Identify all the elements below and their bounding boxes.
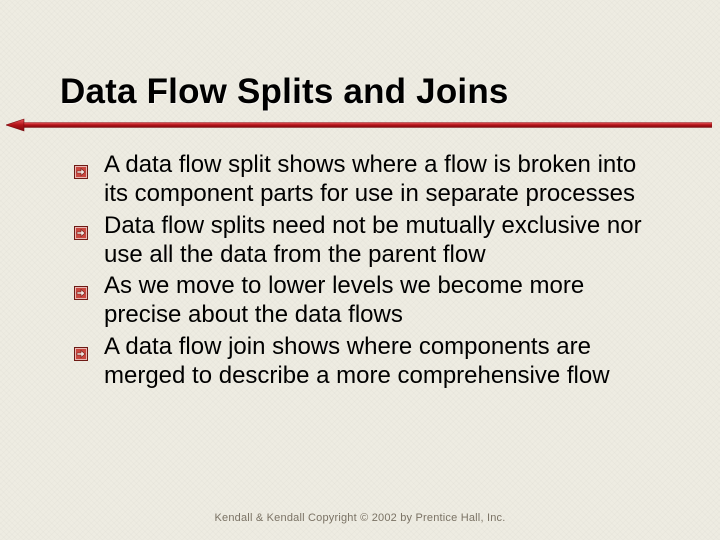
bullet-list: A data flow split shows where a flow is …	[60, 150, 660, 390]
slide: Data Flow Splits and Joins	[0, 0, 720, 540]
list-item: As we move to lower levels we become mor…	[104, 271, 650, 330]
list-item: Data flow splits need not be mutually ex…	[104, 211, 650, 270]
slide-title: Data Flow Splits and Joins	[60, 72, 660, 112]
bullet-text: As we move to lower levels we become mor…	[104, 272, 584, 328]
footer-credit: Kendall & Kendall Copyright © 2002 by Pr…	[0, 512, 720, 524]
bullet-icon	[74, 278, 88, 292]
list-item: A data flow join shows where components …	[104, 332, 650, 391]
bullet-text: Data flow splits need not be mutually ex…	[104, 212, 642, 268]
bullet-icon	[74, 339, 88, 353]
arrow-rule-icon	[6, 118, 712, 132]
bullet-text: A data flow split shows where a flow is …	[104, 151, 636, 207]
bullet-icon	[74, 157, 88, 171]
list-item: A data flow split shows where a flow is …	[104, 150, 650, 209]
bullet-text: A data flow join shows where components …	[104, 333, 610, 389]
bullet-icon	[74, 218, 88, 232]
title-underline	[6, 118, 712, 132]
